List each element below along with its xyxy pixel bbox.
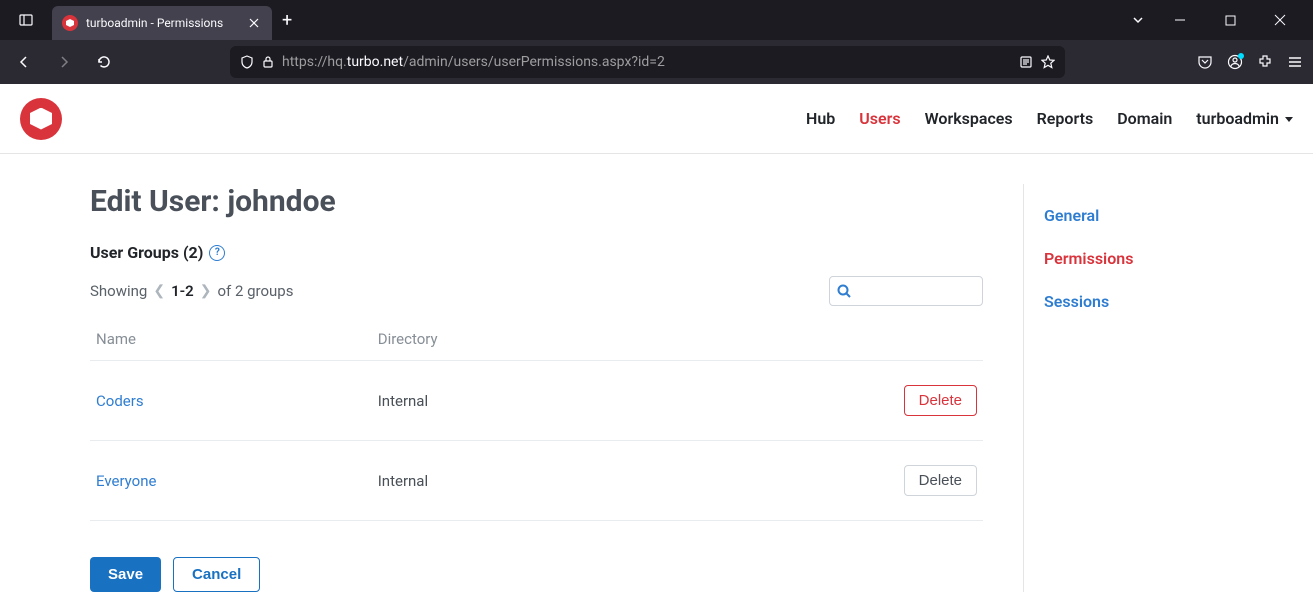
cancel-button[interactable]: Cancel <box>173 557 260 592</box>
search-box <box>829 276 983 306</box>
col-name: Name <box>90 318 372 361</box>
directory-cell: Internal <box>372 441 651 521</box>
bookmark-icon[interactable] <box>1041 55 1055 69</box>
sidebar-item-general[interactable]: General <box>1044 194 1223 237</box>
tab-favicon <box>62 15 78 31</box>
window-minimize-icon[interactable] <box>1165 14 1195 26</box>
section-label: User Groups (2) <box>90 243 203 262</box>
back-button[interactable] <box>10 48 38 76</box>
col-directory: Directory <box>372 318 651 361</box>
top-nav: Hub Users Workspaces Reports Domain turb… <box>0 84 1313 154</box>
url-text: https://hq.turbo.net/admin/users/userPer… <box>282 54 1011 70</box>
table-row: Everyone Internal Delete <box>90 441 983 521</box>
pager-prev-icon[interactable]: ❮ <box>153 283 165 299</box>
window-maximize-icon[interactable] <box>1215 15 1245 26</box>
nav-domain[interactable]: Domain <box>1117 109 1172 128</box>
pagination-text: Showing ❮ 1-2 ❯ of 2 groups <box>90 282 293 300</box>
help-icon[interactable]: ? <box>209 245 225 261</box>
tab-strip: turboadmin - Permissions + <box>52 0 1113 40</box>
search-icon <box>837 284 851 298</box>
menu-icon[interactable] <box>1287 54 1303 70</box>
nav-reports[interactable]: Reports <box>1037 109 1094 128</box>
page-content: Hub Users Workspaces Reports Domain turb… <box>0 84 1313 595</box>
delete-button[interactable]: Delete <box>904 465 977 496</box>
nav-workspaces[interactable]: Workspaces <box>925 109 1013 128</box>
titlebar: turboadmin - Permissions + <box>0 0 1313 40</box>
page-title: Edit User: johndoe <box>90 184 983 219</box>
account-icon[interactable] <box>1227 54 1243 70</box>
section-header: User Groups (2) ? <box>90 243 983 262</box>
sidebar-toggle-icon[interactable] <box>18 12 34 28</box>
nav-links: Hub Users Workspaces Reports Domain turb… <box>806 109 1293 128</box>
group-link[interactable]: Everyone <box>96 472 156 490</box>
sidebar-item-permissions[interactable]: Permissions <box>1044 237 1223 280</box>
reader-mode-icon[interactable] <box>1019 55 1033 69</box>
group-link[interactable]: Coders <box>96 392 144 410</box>
pager-next-icon[interactable]: ❯ <box>200 283 212 299</box>
extensions-icon[interactable] <box>1257 54 1273 70</box>
logo[interactable] <box>20 98 62 140</box>
tab-close-icon[interactable] <box>246 15 262 31</box>
shield-icon[interactable] <box>240 55 254 69</box>
pocket-icon[interactable] <box>1197 54 1213 70</box>
nav-user-dropdown[interactable]: turboadmin <box>1196 109 1293 128</box>
save-button[interactable]: Save <box>90 557 161 592</box>
url-bar[interactable]: https://hq.turbo.net/admin/users/userPer… <box>230 46 1065 78</box>
table-row: Coders Internal Delete <box>90 361 983 441</box>
browser-tab[interactable]: turboadmin - Permissions <box>52 6 272 40</box>
nav-users[interactable]: Users <box>859 109 900 128</box>
browser-toolbar: https://hq.turbo.net/admin/users/userPer… <box>0 40 1313 84</box>
search-input[interactable] <box>829 276 983 306</box>
browser-chrome: turboadmin - Permissions + <box>0 0 1313 84</box>
reload-button[interactable] <box>90 48 118 76</box>
main-content: Edit User: johndoe User Groups (2) ? Sho… <box>90 184 983 592</box>
tabs-dropdown-icon[interactable] <box>1131 13 1145 27</box>
nav-hub[interactable]: Hub <box>806 109 835 128</box>
sidebar: General Permissions Sessions <box>1023 184 1223 592</box>
new-tab-button[interactable]: + <box>282 10 292 31</box>
groups-table: Name Directory Coders Internal Delete Ev… <box>90 318 983 521</box>
delete-button[interactable]: Delete <box>904 385 977 416</box>
sidebar-item-sessions[interactable]: Sessions <box>1044 280 1223 323</box>
forward-button[interactable] <box>50 48 78 76</box>
lock-icon[interactable] <box>262 55 274 69</box>
directory-cell: Internal <box>372 361 651 441</box>
window-close-icon[interactable] <box>1265 14 1295 26</box>
tab-title: turboadmin - Permissions <box>86 16 238 30</box>
